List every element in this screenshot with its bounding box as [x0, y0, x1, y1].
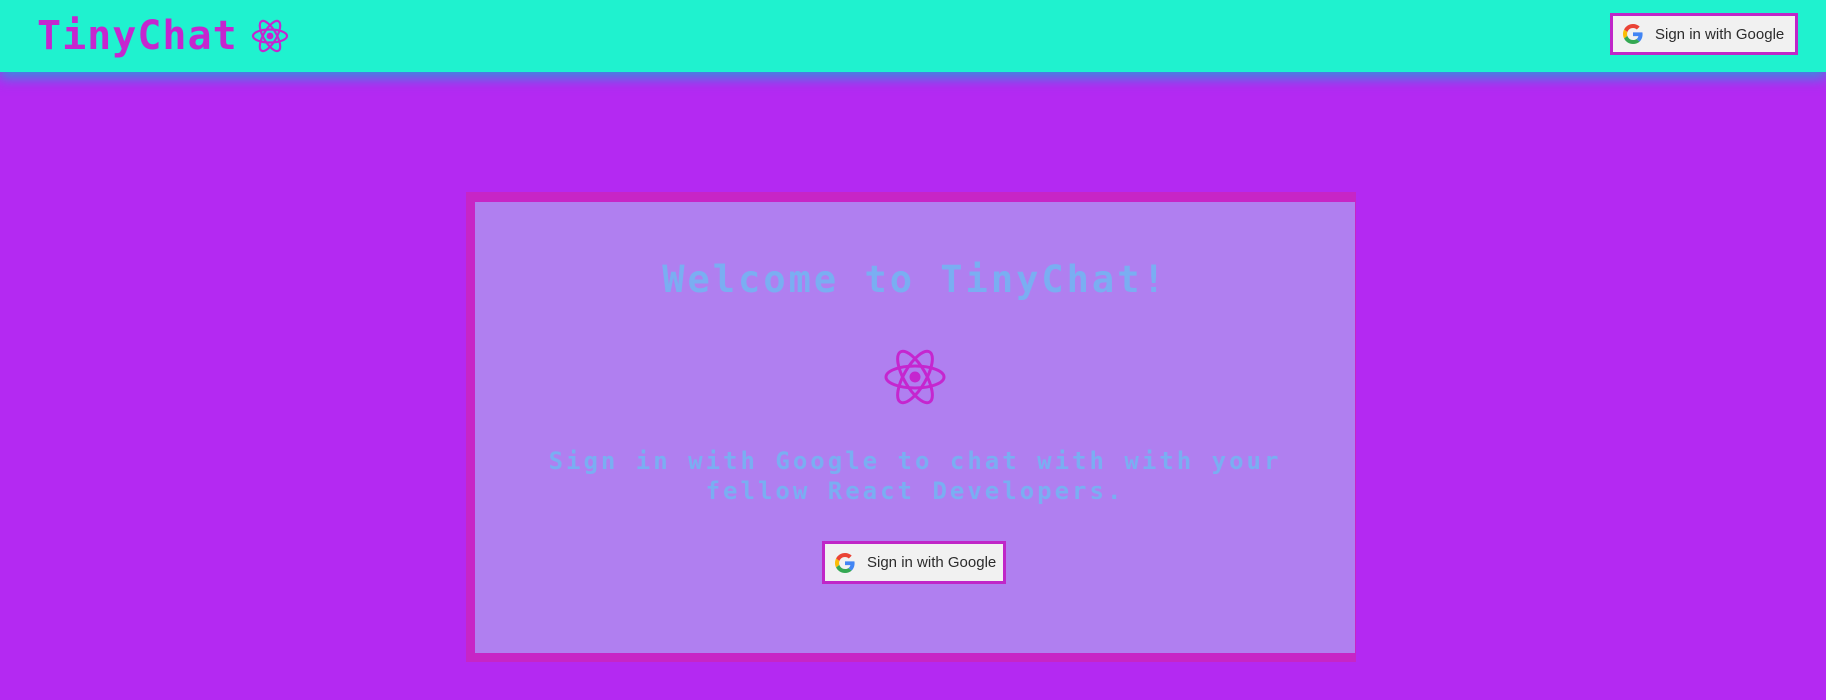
react-atom-icon — [251, 19, 288, 53]
google-g-icon — [1623, 24, 1643, 44]
subtitle: Sign in with Google to chat with with yo… — [548, 447, 1282, 505]
sign-in-label: Sign in with Google — [867, 554, 997, 571]
google-g-icon — [835, 552, 855, 573]
app-title: TinyChat — [37, 13, 238, 59]
top-navbar: TinyChat Sign in with Google — [0, 0, 1826, 72]
react-atom-icon — [884, 349, 946, 405]
welcome-card: Welcome to TinyChat! Sign in with Google… — [475, 202, 1355, 653]
sign-in-with-google-button[interactable]: Sign in with Google — [822, 541, 1006, 584]
brand: TinyChat — [37, 8, 290, 64]
welcome-title: Welcome to TinyChat! — [662, 258, 1168, 301]
header-sign-in-label: Sign in with Google — [1655, 25, 1785, 43]
header-sign-in-button[interactable]: Sign in with Google — [1610, 13, 1798, 55]
